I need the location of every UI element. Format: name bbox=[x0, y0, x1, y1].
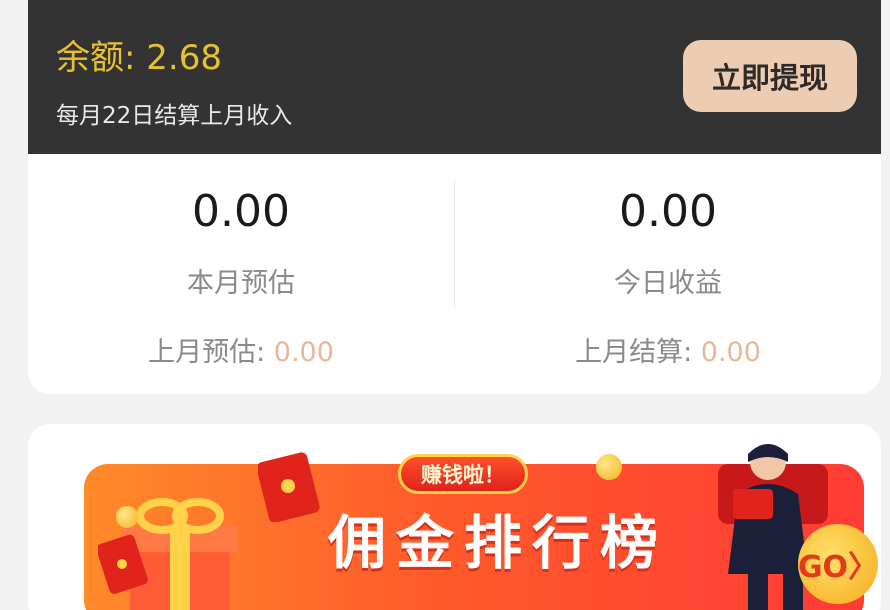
earnings-card: 余额: 2.68 每月22日结算上月收入 立即提现 0.00 本月预估 上月预估… bbox=[28, 0, 881, 394]
stat-value: 0.00 bbox=[192, 186, 290, 237]
balance-amount: 余额: 2.68 bbox=[56, 38, 222, 78]
stat-label: 今日收益 bbox=[614, 268, 722, 299]
stat-value: 0.00 bbox=[619, 186, 717, 237]
balance-header: 余额: 2.68 每月22日结算上月收入 立即提现 bbox=[28, 0, 881, 154]
stat-sub-label: 上月预估: bbox=[148, 337, 274, 368]
this-month-estimate: 0.00 本月预估 上月预估: 0.00 bbox=[28, 154, 454, 394]
red-envelope-icon bbox=[98, 534, 148, 594]
stat-label: 本月预估 bbox=[187, 268, 295, 299]
earn-money-tag: 赚钱啦！ bbox=[398, 454, 528, 494]
stat-sub: 上月结算: 0.00 bbox=[455, 330, 881, 369]
withdraw-button[interactable]: 立即提现 bbox=[683, 40, 857, 112]
commission-ranking-card[interactable]: 赚钱啦！ 佣金排行榜 GO〉 bbox=[28, 424, 881, 610]
stat-sub-label: 上月结算: bbox=[575, 337, 701, 368]
stat-sub-value: 0.00 bbox=[700, 337, 761, 368]
go-button[interactable]: GO〉 bbox=[798, 524, 878, 604]
coin-icon bbox=[596, 454, 622, 480]
coin-icon bbox=[116, 506, 138, 528]
stat-sub-value: 0.00 bbox=[273, 337, 334, 368]
today-earnings: 0.00 今日收益 上月结算: 0.00 bbox=[455, 154, 881, 394]
red-envelope-icon bbox=[258, 452, 320, 522]
settlement-note: 每月22日结算上月收入 bbox=[56, 103, 293, 129]
stat-sub: 上月预估: 0.00 bbox=[28, 330, 454, 369]
banner-title: 佣金排行榜 bbox=[328, 509, 669, 577]
